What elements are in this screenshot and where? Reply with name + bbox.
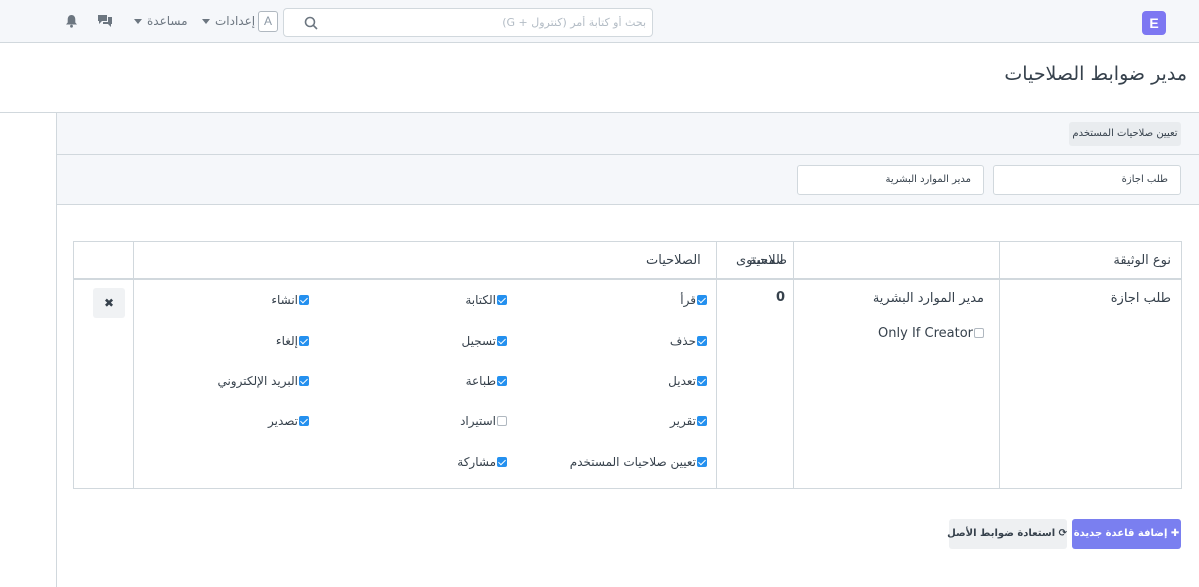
doctype-filter[interactable]: طلب اجازة xyxy=(993,165,1181,195)
delete-rule-button[interactable]: ✖ xyxy=(93,288,125,318)
notification-bell-icon[interactable] xyxy=(65,14,78,28)
perm-label: طباعة xyxy=(465,374,496,388)
only-if-creator-checkbox[interactable] xyxy=(974,328,984,338)
chevron-down-icon xyxy=(134,19,142,24)
only-if-creator-label: Only If Creator xyxy=(878,326,973,341)
only-if-creator-option[interactable]: Only If Creator xyxy=(878,326,984,341)
row-doctype: طلب اجازة xyxy=(1110,291,1171,306)
perm-label: حذف xyxy=(669,334,696,348)
page-header: مدير ضوابط الصلاحيات xyxy=(0,43,1199,113)
perm-label: إلغاء xyxy=(275,334,298,348)
column-divider xyxy=(716,242,717,488)
submit-checkbox[interactable] xyxy=(497,336,507,346)
perm-report[interactable]: تقرير xyxy=(670,414,707,428)
help-dropdown[interactable]: مساعدة xyxy=(134,14,188,28)
search-input[interactable] xyxy=(314,9,646,36)
column-divider xyxy=(793,242,794,488)
search-bar[interactable] xyxy=(283,8,653,37)
perm-label: انشاء xyxy=(271,293,298,307)
user-avatar[interactable]: A xyxy=(258,11,278,32)
add-rule-label: إضافة قاعدة جديدة xyxy=(1073,528,1168,539)
cancel-checkbox[interactable] xyxy=(299,336,309,346)
write-checkbox[interactable] xyxy=(497,295,507,305)
settings-label: إعدادات xyxy=(215,14,256,28)
chevron-down-icon xyxy=(202,19,210,24)
column-divider xyxy=(999,242,1000,488)
assign-user-permissions-button[interactable]: تعيين صلاحيات المستخدم xyxy=(1069,122,1181,146)
perm-label: تعيين صلاحيات المستخدم xyxy=(569,455,696,469)
perm-label: البريد الإلكتروني xyxy=(217,374,298,388)
header-doctype: نوع الوثيقة xyxy=(1113,242,1171,280)
page-title: مدير ضوابط الصلاحيات xyxy=(1004,63,1187,85)
navbar: E A إعدادات مساعدة xyxy=(0,0,1199,43)
perm-read[interactable]: قرأ xyxy=(680,293,707,307)
perm-set-user-permissions[interactable]: تعيين صلاحيات المستخدم xyxy=(570,455,707,469)
header-permissions: الصلاحيات xyxy=(646,242,701,280)
header-divider xyxy=(74,278,1181,280)
row-level: 0 xyxy=(776,290,786,305)
perm-write[interactable]: الكتابة xyxy=(465,293,507,307)
perm-submit[interactable]: تسجيل xyxy=(461,334,507,348)
filter-strip: طلب اجازة مدير الموارد البشرية xyxy=(57,155,1199,205)
email-checkbox[interactable] xyxy=(299,376,309,386)
help-label: مساعدة xyxy=(147,14,188,28)
perm-label: تقرير xyxy=(670,414,696,428)
perm-import[interactable]: استيراد xyxy=(460,414,507,428)
permissions-table: نوع الوثيقة صلاحية المستوى الصلاحيات طلب… xyxy=(73,241,1182,489)
toolbar-strip: تعيين صلاحيات المستخدم xyxy=(57,113,1199,155)
perm-delete[interactable]: حذف xyxy=(670,334,707,348)
perm-amend[interactable]: تعديل xyxy=(668,374,707,388)
column-divider xyxy=(133,242,134,488)
perm-label: تعديل xyxy=(668,374,696,388)
delete-checkbox[interactable] xyxy=(697,336,707,346)
export-checkbox[interactable] xyxy=(299,416,309,426)
perm-print[interactable]: طباعة xyxy=(466,374,507,388)
search-icon[interactable] xyxy=(304,16,318,30)
add-rule-button[interactable]: ✚ إضافة قاعدة جديدة xyxy=(1072,519,1181,549)
perm-email[interactable]: البريد الإلكتروني xyxy=(217,374,309,388)
create-checkbox[interactable] xyxy=(299,295,309,305)
row-role: مدير الموارد البشرية xyxy=(872,291,984,306)
perm-label: استيراد xyxy=(460,414,496,428)
main-section: تعيين صلاحيات المستخدم طلب اجازة مدير ال… xyxy=(56,113,1199,587)
refresh-icon: ⟳ xyxy=(1055,528,1067,539)
import-checkbox[interactable] xyxy=(497,416,507,426)
role-filter[interactable]: مدير الموارد البشرية xyxy=(797,165,984,195)
perm-create[interactable]: انشاء xyxy=(271,293,309,307)
restore-defaults-button[interactable]: ⟳ استعادة ضوابط الأصل xyxy=(947,519,1067,549)
perm-label: تسجيل xyxy=(461,334,497,348)
perm-cancel[interactable]: إلغاء xyxy=(276,334,309,348)
perm-export[interactable]: تصدير xyxy=(268,414,309,428)
set-user-permissions-checkbox[interactable] xyxy=(697,457,707,467)
perm-label: الكتابة xyxy=(465,293,496,307)
perm-label: مشاركة xyxy=(457,455,496,469)
plus-icon: ✚ xyxy=(1167,528,1180,539)
share-checkbox[interactable] xyxy=(497,457,507,467)
perm-share[interactable]: مشاركة xyxy=(457,455,507,469)
restore-label: استعادة ضوابط الأصل xyxy=(947,528,1056,539)
header-level: المستوى xyxy=(736,253,784,268)
report-checkbox[interactable] xyxy=(697,416,707,426)
chat-icon[interactable] xyxy=(97,14,113,28)
print-checkbox[interactable] xyxy=(497,376,507,386)
perm-label: تصدير xyxy=(267,414,298,428)
app-logo[interactable]: E xyxy=(1142,11,1166,35)
settings-dropdown[interactable]: إعدادات xyxy=(202,14,255,28)
read-checkbox[interactable] xyxy=(697,295,707,305)
amend-checkbox[interactable] xyxy=(697,376,707,386)
perm-label: قرأ xyxy=(680,293,696,307)
